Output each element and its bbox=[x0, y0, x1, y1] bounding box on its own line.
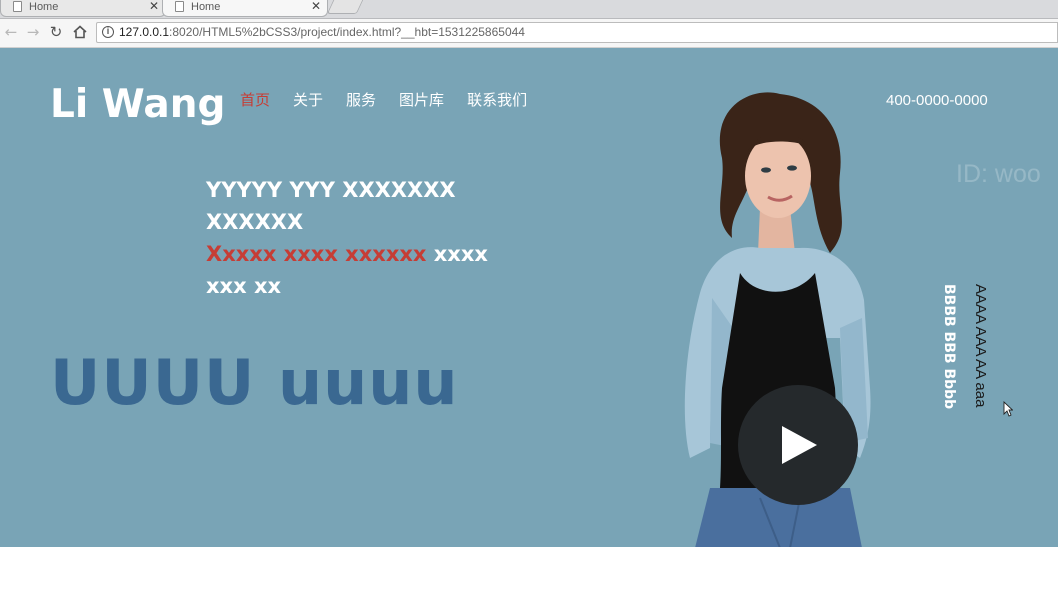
page-icon bbox=[175, 1, 184, 12]
new-tab-button[interactable] bbox=[326, 0, 364, 14]
tab-title: Home bbox=[191, 1, 221, 13]
hero-headline: YYYYY YYY XXXXXXX XXXXXX Xxxxx xxxx xxxx… bbox=[206, 174, 506, 302]
watermark-text: ID: woo bbox=[956, 160, 1041, 188]
browser-toolbar: ← → ↻ i 127.0.0.1:8020/HTML5%2bCSS3/proj… bbox=[0, 19, 1058, 48]
close-icon[interactable]: ✕ bbox=[311, 0, 321, 13]
headline-highlight: Xxxxx xxxx xxxxxx bbox=[206, 242, 427, 266]
tab-title: Home bbox=[29, 1, 59, 13]
close-icon[interactable]: ✕ bbox=[149, 0, 159, 13]
reload-icon[interactable]: ↻ bbox=[47, 23, 65, 41]
site-logo[interactable]: Li Wang bbox=[50, 82, 225, 128]
main-nav: 首页 关于 服务 图片库 联系我们 bbox=[240, 89, 550, 110]
nav-item-about[interactable]: 关于 bbox=[293, 89, 323, 110]
address-bar[interactable]: i 127.0.0.1:8020/HTML5%2bCSS3/project/in… bbox=[96, 22, 1058, 43]
home-icon[interactable] bbox=[71, 23, 89, 41]
back-icon[interactable]: ← bbox=[2, 23, 20, 41]
url-path: :8020/HTML5%2bCSS3/project/index.html?__… bbox=[169, 25, 525, 39]
hero-section: Li Wang 首页 关于 服务 图片库 联系我们 400-0000-0000 … bbox=[0, 48, 1058, 547]
info-icon[interactable]: i bbox=[102, 26, 114, 38]
hero-big-title: UUUU uuuu bbox=[50, 346, 459, 419]
play-video-button[interactable] bbox=[738, 385, 858, 505]
browser-tab-1[interactable]: Home ✕ bbox=[0, 0, 166, 17]
vertical-caption-light: AAAA AAA AA aaa bbox=[972, 284, 989, 408]
forward-icon[interactable]: → bbox=[24, 23, 42, 41]
browser-tab-2[interactable]: Home ✕ bbox=[162, 0, 328, 17]
url-text: 127.0.0.1:8020/HTML5%2bCSS3/project/inde… bbox=[119, 25, 525, 39]
nav-item-home[interactable]: 首页 bbox=[240, 89, 270, 110]
nav-item-contact[interactable]: 联系我们 bbox=[467, 89, 527, 110]
nav-item-services[interactable]: 服务 bbox=[346, 89, 376, 110]
phone-number: 400-0000-0000 bbox=[886, 92, 988, 109]
vertical-caption-bold: BBBB BBB Bbbb bbox=[941, 284, 957, 410]
browser-tab-strip: Home ✕ Home ✕ bbox=[0, 0, 1058, 19]
nav-item-gallery[interactable]: 图片库 bbox=[399, 89, 444, 110]
page-icon bbox=[13, 1, 22, 12]
headline-line1: YYYYY YYY XXXXXXX XXXXXX bbox=[206, 178, 456, 234]
mouse-cursor-icon bbox=[1003, 401, 1013, 417]
play-icon bbox=[782, 426, 817, 464]
url-host: 127.0.0.1 bbox=[119, 25, 170, 39]
